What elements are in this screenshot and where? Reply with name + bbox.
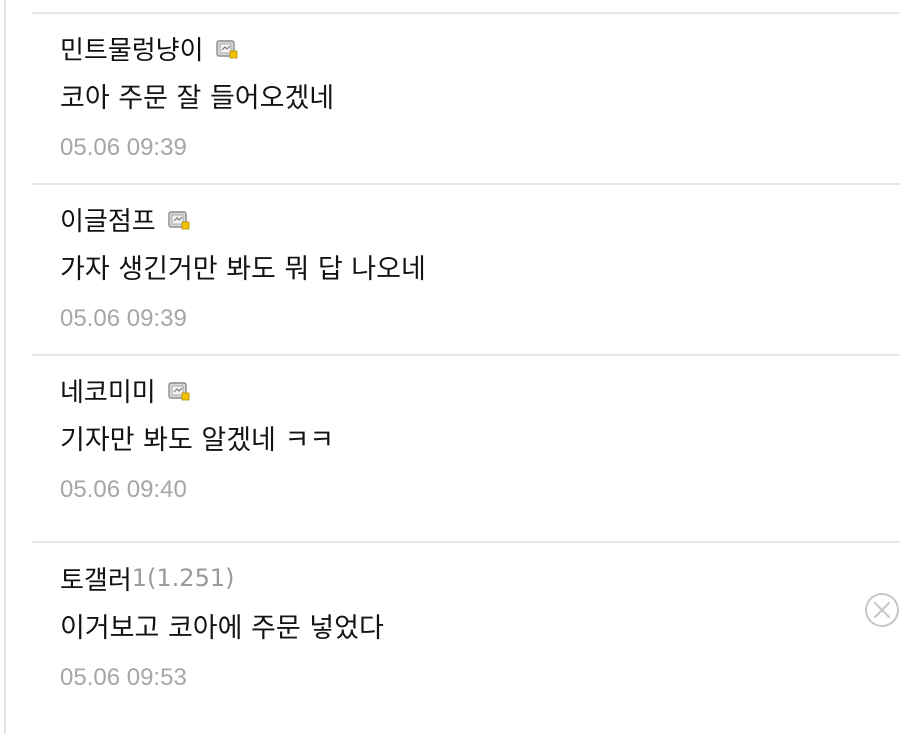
comment-timestamp: 05.06 09:40: [60, 476, 187, 503]
comment-text: 가자 생긴거만 봐도 뭐 답 나오네: [60, 254, 426, 285]
author-line: 네코미미: [60, 370, 190, 410]
mobile-badge-icon: [167, 381, 190, 401]
comment-author[interactable]: 토갤러: [60, 560, 132, 597]
comment-divider: [32, 541, 900, 543]
comment-author[interactable]: 민트물렁냥이: [60, 30, 204, 67]
comment-author[interactable]: 네코미미: [60, 372, 156, 409]
mobile-badge-icon: [167, 210, 190, 230]
comment-timestamp: 05.06 09:39: [60, 305, 187, 332]
author-line: 민트물렁냥이: [60, 28, 238, 68]
comment-text: 이거보고 코아에 주문 넣었다: [60, 613, 384, 644]
author-line: 토갤러 1(1.251): [60, 558, 234, 598]
mobile-badge-icon: [215, 39, 238, 59]
comment-timestamp: 05.06 09:39: [60, 134, 187, 161]
left-border: [4, 0, 6, 734]
comment-author[interactable]: 이글점프: [60, 201, 156, 238]
comment-divider: [32, 183, 900, 185]
author-line: 이글점프: [60, 199, 190, 239]
comment-divider: [32, 12, 900, 14]
delete-comment-button[interactable]: [864, 592, 900, 628]
comment-text: 코아 주문 잘 들어오겠네: [60, 83, 335, 114]
comment-timestamp: 05.06 09:53: [60, 664, 187, 691]
close-circle-icon: [865, 593, 899, 627]
comment-author-meta: 1(1.251): [131, 564, 235, 592]
comment-text: 기자만 봐도 알겠네 ㅋㅋ: [60, 425, 335, 456]
comment-divider: [32, 354, 900, 356]
